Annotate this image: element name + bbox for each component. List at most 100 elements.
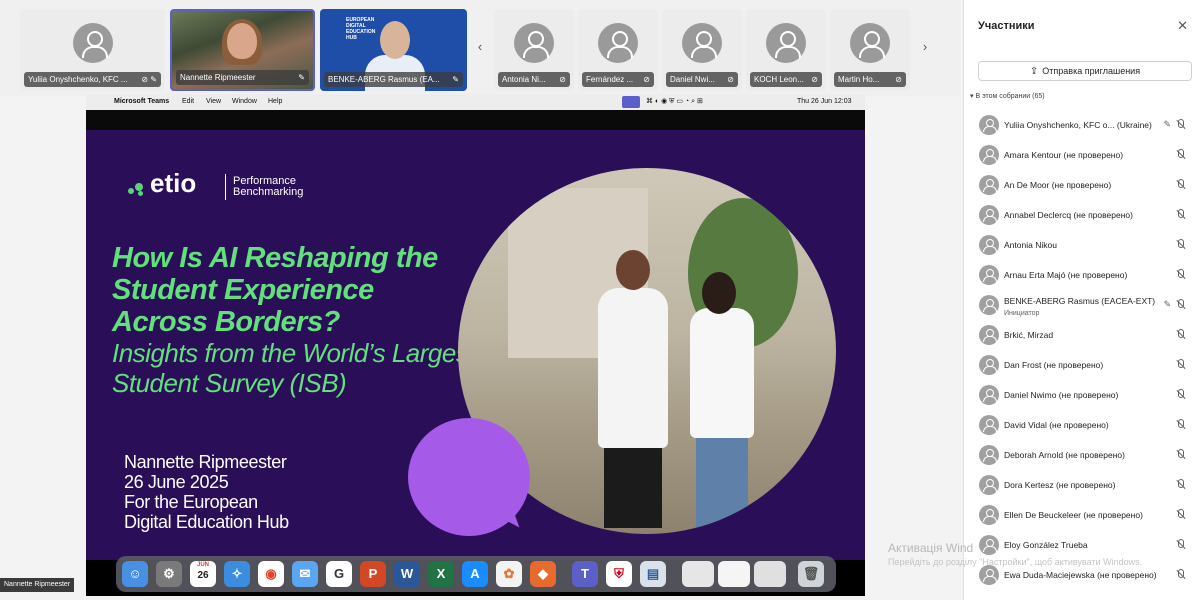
participant-row[interactable]: Deborah Arnold (не проверено) <box>964 440 1200 470</box>
calendar-month: JUN <box>196 562 209 568</box>
participant-row[interactable]: Dora Kertesz (не проверено) <box>964 470 1200 500</box>
mic-off-icon[interactable] <box>1175 389 1185 403</box>
powerpoint-icon[interactable]: P <box>360 561 386 587</box>
tile-name-label: Antonia Ni... ⊘ <box>498 72 570 87</box>
participant-row[interactable]: Daniel Nwimo (не проверено) <box>964 380 1200 410</box>
in-meeting-header[interactable]: ▾ В этом собрании (65) <box>970 92 1045 100</box>
mac-dock: ☺ ⚙ JUN 26 ✧ ◉ ✉ G P W X A ✿ ◆ T ⛨ ▤ 🗑 <box>116 556 836 592</box>
mic-off-icon: ⊘ <box>559 75 566 84</box>
tile-name-label: Nannette Ripmeester ✎ <box>176 70 309 85</box>
participant-tile[interactable]: KOCH Leon... ⊘ <box>746 9 826 91</box>
mic-off-icon[interactable] <box>1175 329 1185 343</box>
photo-student-2-torso <box>690 308 754 438</box>
excel-icon[interactable]: X <box>428 561 454 587</box>
avatar <box>979 175 999 195</box>
participant-tile[interactable]: Daniel Nwi... ⊘ <box>662 9 742 91</box>
participant-video-tile[interactable]: EUROPEAN DIGITAL EDUCATION HUB BENKE-ABE… <box>320 9 467 91</box>
participant-row[interactable]: David Vidal (не проверено) <box>964 410 1200 440</box>
finder-icon[interactable]: ☺ <box>122 561 148 587</box>
logo-subtitle-line-2: Benchmarking <box>233 186 304 198</box>
mic-off-icon[interactable] <box>1175 479 1185 493</box>
photo-student-1 <box>604 438 662 528</box>
vpn-icon[interactable]: ◆ <box>530 561 556 587</box>
close-icon[interactable]: ✕ <box>1177 18 1188 34</box>
mail-icon[interactable]: ✉ <box>292 561 318 587</box>
participant-row[interactable]: Eloy González Trueba <box>964 530 1200 560</box>
participant-row[interactable]: Amara Kentour (не проверено) <box>964 140 1200 170</box>
photos-icon[interactable]: ✿ <box>496 561 522 587</box>
participant-tile[interactable]: Yuliia Onyshchenko, KFC ... ⊘ ✎ <box>20 9 165 91</box>
pin-icon[interactable]: ✎ <box>1163 119 1171 130</box>
shared-screen: Microsoft Teams Edit View Window Help ⌘ … <box>86 94 865 596</box>
window1-icon[interactable] <box>682 561 714 587</box>
participant-row[interactable]: Dan Frost (не проверено) <box>964 350 1200 380</box>
mic-off-icon[interactable] <box>1175 419 1185 433</box>
participant-tile[interactable]: Martin Ho... ⊘ <box>830 9 910 91</box>
participant-row[interactable]: Brkić, Mirzad <box>964 320 1200 350</box>
settings-icon[interactable]: ⚙ <box>156 561 182 587</box>
avatar <box>850 23 890 63</box>
share-invite-icon: ⇪ <box>1029 66 1039 77</box>
participant-tile[interactable]: Fernández ... ⊘ <box>578 9 658 91</box>
tile-name: BENKE-ABERG Rasmus (EA... <box>328 75 440 84</box>
avatar <box>598 23 638 63</box>
safari-icon[interactable]: ✧ <box>224 561 250 587</box>
avatar <box>72 23 113 63</box>
participant-name: Ellen De Beuckeleer (не проверено) <box>1004 510 1143 520</box>
participant-row[interactable]: BENKE-ABERG Rasmus (EACEA-EXT) Инициатор ✎ <box>964 290 1200 320</box>
mic-off-icon[interactable] <box>1175 149 1185 163</box>
avatar <box>979 145 999 165</box>
mic-off-icon[interactable] <box>1175 539 1185 553</box>
avatar <box>766 23 806 63</box>
window2-icon[interactable] <box>718 561 750 587</box>
windows-activation-hint: Перейдіть до розділу "Настройки", щоб ак… <box>888 557 1143 567</box>
mic-off-icon[interactable] <box>1175 359 1185 373</box>
chrome-icon[interactable]: ◉ <box>258 561 284 587</box>
participant-row[interactable]: Arnau Erta Majó (не проверено) <box>964 260 1200 290</box>
mic-off-icon[interactable] <box>1175 179 1185 193</box>
appstore-icon[interactable]: A <box>462 561 488 587</box>
photo-student-1-head <box>616 250 650 290</box>
mic-off-icon[interactable] <box>1175 239 1185 253</box>
teams-icon[interactable]: T <box>572 561 598 587</box>
pin-icon[interactable]: ✎ <box>1163 299 1171 310</box>
participant-row[interactable]: Yuliia Onyshchenko, KFC o... (Ukraine) ✎ <box>964 110 1200 140</box>
shield-icon[interactable]: ⛨ <box>606 561 632 587</box>
menu-help: Help <box>268 98 283 105</box>
participant-tile[interactable]: Antonia Ni... ⊘ <box>494 9 574 91</box>
mic-off-icon[interactable] <box>1175 209 1185 223</box>
participant-row[interactable]: Annabel Declercq (не проверено) <box>964 200 1200 230</box>
photo-student-2 <box>696 430 748 530</box>
mic-off-icon[interactable] <box>1175 119 1185 133</box>
logo-divider <box>225 174 226 200</box>
mic-off-icon[interactable] <box>1175 299 1185 313</box>
preview-icon[interactable]: ▤ <box>640 561 666 587</box>
etio-logo-icon <box>128 180 148 196</box>
presentation-slide: etio Performance Benchmarking How Is AI … <box>86 130 865 560</box>
slide-for-line-1: For the European <box>124 492 258 512</box>
participant-row[interactable]: Ellen De Beuckeleer (не проверено) <box>964 500 1200 530</box>
mic-off-icon[interactable] <box>1175 569 1185 583</box>
window3-icon[interactable] <box>754 561 786 587</box>
participant-row[interactable]: An De Moor (не проверено) <box>964 170 1200 200</box>
video-feed-face <box>227 23 257 59</box>
avatar <box>979 295 999 315</box>
strip-prev-button[interactable]: ‹ <box>473 40 487 54</box>
send-invite-button[interactable]: ⇪ Отправка приглашения <box>978 61 1192 81</box>
participant-row[interactable]: Antonia Nikou <box>964 230 1200 260</box>
trash-icon[interactable]: 🗑 <box>798 561 824 587</box>
avatar <box>979 475 999 495</box>
send-invite-label: Отправка приглашения <box>1042 66 1141 76</box>
tile-name: Yuliia Onyshchenko, KFC ... <box>28 75 128 84</box>
word-icon[interactable]: W <box>394 561 420 587</box>
strip-next-button[interactable]: › <box>918 40 932 54</box>
calendar-icon[interactable]: JUN 26 <box>190 561 216 587</box>
tile-name-label: Daniel Nwi... ⊘ <box>666 72 738 87</box>
google-icon[interactable]: G <box>326 561 352 587</box>
slide-for-line-2: Digital Education Hub <box>124 512 289 532</box>
pin-icon: ✎ <box>298 73 305 82</box>
mic-off-icon[interactable] <box>1175 449 1185 463</box>
mic-off-icon[interactable] <box>1175 269 1185 283</box>
mic-off-icon[interactable] <box>1175 509 1185 523</box>
participant-video-tile[interactable]: Nannette Ripmeester ✎ <box>170 9 315 91</box>
